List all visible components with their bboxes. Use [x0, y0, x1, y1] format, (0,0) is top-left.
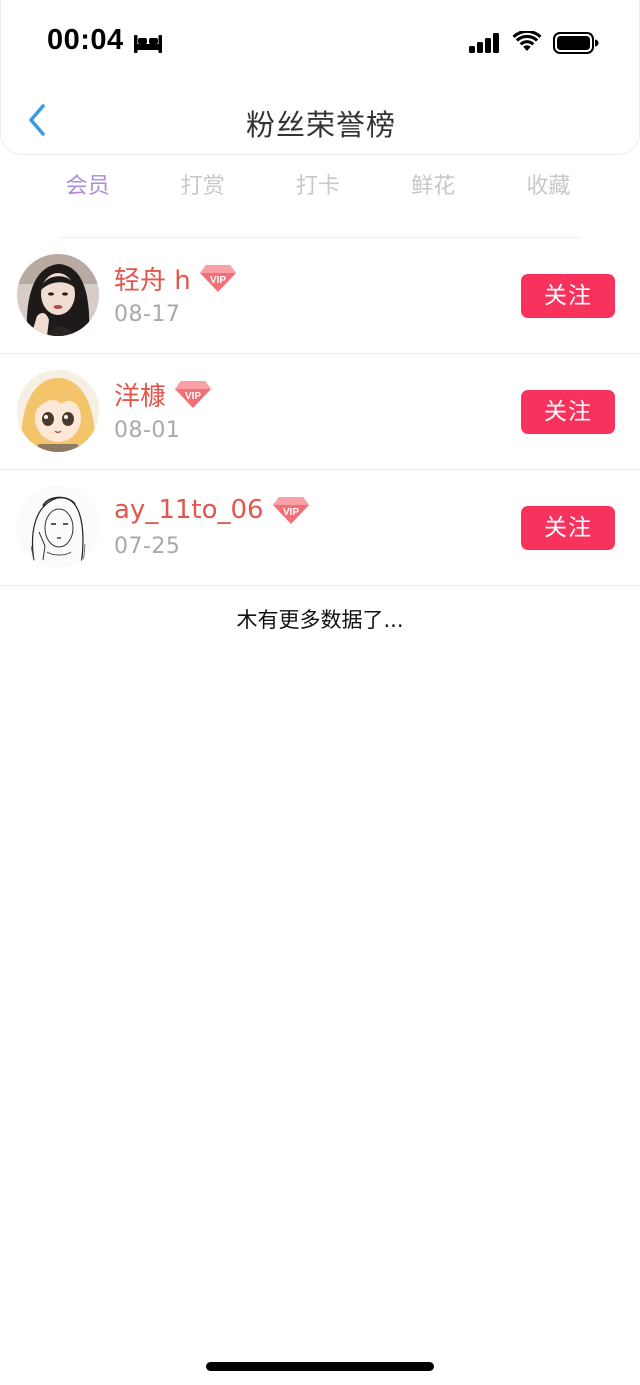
- bed-icon: [133, 32, 163, 58]
- name-line: 洋槺 VIP: [114, 376, 212, 412]
- name-line: 轻舟 h VIP: [114, 260, 237, 296]
- screen: 00:04 粉丝荣誉榜 会员 打赏 打卡 鲜花 收藏 轻舟 h VIP 08-1…: [0, 0, 640, 1385]
- tab-bar: 会员 打赏 打卡 鲜花 收藏: [30, 168, 606, 208]
- tab-member[interactable]: 会员: [30, 168, 145, 208]
- tab-flowers[interactable]: 鲜花: [376, 168, 491, 208]
- list-item[interactable]: ay_11to_06 VIP 07-25 关注: [0, 470, 640, 586]
- tab-favorites[interactable]: 收藏: [491, 168, 606, 208]
- avatar[interactable]: [17, 370, 99, 452]
- battery-icon: [553, 32, 599, 58]
- list-item[interactable]: 轻舟 h VIP 08-17 关注: [0, 238, 640, 354]
- tab-checkin[interactable]: 打卡: [260, 168, 375, 208]
- nav-bar: 粉丝荣誉榜: [1, 84, 640, 154]
- username[interactable]: ay_11to_06: [114, 495, 264, 525]
- follow-button[interactable]: 关注: [521, 506, 615, 550]
- row-date: 08-01: [114, 418, 181, 443]
- username[interactable]: 轻舟 h: [114, 260, 191, 297]
- avatar[interactable]: [17, 486, 99, 568]
- svg-text:VIP: VIP: [210, 275, 226, 286]
- svg-text:VIP: VIP: [283, 507, 299, 518]
- header: 00:04 粉丝荣誉榜: [0, 0, 640, 155]
- vip-badge-icon: VIP: [175, 381, 212, 408]
- home-indicator[interactable]: [206, 1362, 434, 1371]
- username[interactable]: 洋槺: [114, 376, 166, 413]
- page-title: 粉丝荣誉榜: [245, 108, 396, 142]
- signal-icon: [468, 32, 502, 58]
- status-bar: 00:04: [1, 0, 640, 84]
- follow-button[interactable]: 关注: [521, 274, 615, 318]
- name-line: ay_11to_06 VIP: [114, 492, 310, 528]
- status-time: 00:04: [47, 24, 124, 56]
- tab-reward[interactable]: 打赏: [145, 168, 260, 208]
- fan-list: 轻舟 h VIP 08-17 关注 洋槺 VIP 08-01 关注 ay_11t…: [0, 238, 640, 586]
- follow-button[interactable]: 关注: [521, 390, 615, 434]
- list-item[interactable]: 洋槺 VIP 08-01 关注: [0, 354, 640, 470]
- wifi-icon: [512, 29, 542, 57]
- svg-text:VIP: VIP: [185, 391, 201, 402]
- vip-badge-icon: VIP: [272, 497, 309, 524]
- row-date: 08-17: [114, 302, 181, 327]
- vip-badge-icon: VIP: [199, 265, 236, 292]
- row-date: 07-25: [114, 534, 181, 559]
- avatar[interactable]: [17, 254, 99, 336]
- no-more-data-text: 木有更多数据了...: [236, 608, 404, 632]
